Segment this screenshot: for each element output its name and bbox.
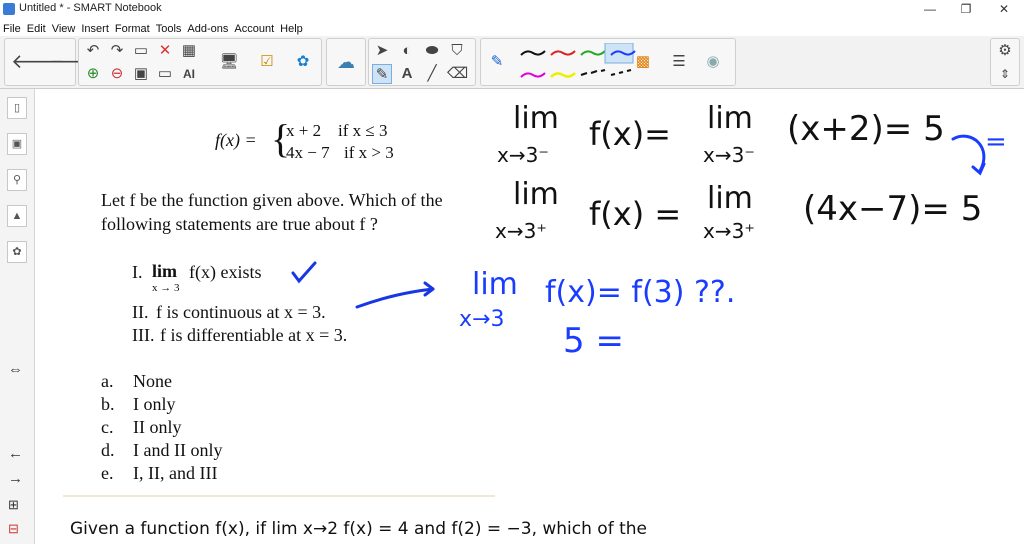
- prev-page-icon[interactable]: ←: [8, 445, 23, 462]
- delete-page-side-icon[interactable]: ⊟: [8, 521, 19, 537]
- fill-effects-icon[interactable]: ◉: [703, 52, 723, 72]
- response-icon[interactable]: ☁: [336, 52, 356, 72]
- save-icon[interactable]: ▣: [131, 64, 151, 84]
- pen-icon[interactable]: ✎: [487, 52, 507, 72]
- red-pen-icon: [550, 50, 576, 56]
- maximize-button[interactable]: ❐: [948, 0, 984, 19]
- delete-icon[interactable]: ✕: [155, 41, 175, 61]
- line-style-icon[interactable]: ☰: [669, 52, 689, 72]
- curved-arrow-icon: [951, 134, 986, 173]
- title-bar: Untitled * - SMART Notebook — ❐ ✕: [0, 0, 1024, 19]
- menu-addons[interactable]: Add-ons: [184, 21, 231, 37]
- ai-icon[interactable]: AI: [179, 64, 199, 84]
- black-pen-icon: [520, 50, 546, 56]
- checkmark-icon: [291, 261, 317, 284]
- blue-pen-selected: [604, 43, 634, 64]
- text-tool-icon[interactable]: A: [397, 64, 417, 84]
- dotted-pen-icon: [610, 69, 632, 76]
- gear-icon[interactable]: ⚙: [995, 41, 1015, 61]
- app-icon: [3, 3, 15, 15]
- select-arrow-icon[interactable]: ➤: [372, 41, 392, 61]
- eraser-icon[interactable]: ⌫: [447, 64, 468, 84]
- resize-sidebar-icon[interactable]: ⇔: [8, 361, 23, 378]
- toolbar: 🡐 🡒 ↶ ↷ ▭ ✕ ▦ ⊕ ⊖ ▣ ▭ AI 🖥 ☑ ✿ ☁ ➤ ◐ ⬬ ⛉…: [0, 36, 1024, 89]
- redo-icon[interactable]: ↷: [107, 41, 127, 61]
- delete-page-icon[interactable]: ⊖: [107, 64, 127, 84]
- properties-tab[interactable]: ▲: [7, 205, 27, 227]
- minimize-button[interactable]: —: [912, 0, 948, 19]
- next-page-icon[interactable]: →: [8, 470, 23, 487]
- nav-group: 🡐 🡒: [4, 38, 103, 86]
- edit-group: ↶ ↷ ▭ ✕ ▦ ⊕ ⊖ ▣ ▭ AI 🖥 ☑ ✿: [78, 38, 322, 86]
- screen-shade-icon[interactable]: ▭: [155, 64, 175, 84]
- gallery-tab[interactable]: ▣: [7, 133, 27, 155]
- paste-icon[interactable]: ▭: [131, 41, 151, 61]
- add-page-side-icon[interactable]: ⊞: [8, 497, 19, 513]
- add-page-icon[interactable]: ⊕: [83, 64, 103, 84]
- undo-icon[interactable]: ↶: [83, 41, 103, 61]
- notebook-page[interactable]: f(x) = { x + 2 if x ≤ 3 4x − 7 if x > 3 …: [35, 89, 1024, 544]
- arrow-to-continuity: [355, 287, 435, 309]
- close-window-button[interactable]: ✕: [986, 0, 1022, 19]
- forward-arrow-icon[interactable]: 🡒: [49, 52, 103, 72]
- menu-tools[interactable]: Tools: [153, 21, 185, 37]
- pen-presets: [520, 43, 636, 78]
- menu-format[interactable]: Format: [112, 21, 153, 37]
- menu-account[interactable]: Account: [231, 21, 277, 37]
- ink-strokes: [291, 134, 986, 309]
- addons-tab[interactable]: ✿: [7, 241, 27, 263]
- toolbar-move-icon[interactable]: ⇕: [995, 64, 1015, 84]
- addons-icon[interactable]: ✿: [293, 52, 313, 72]
- green-pen-icon: [580, 50, 606, 56]
- shapes-icon[interactable]: ◐: [397, 41, 417, 61]
- menu-view[interactable]: View: [49, 21, 79, 37]
- menu-insert[interactable]: Insert: [78, 21, 112, 37]
- response-group: ☁: [326, 38, 366, 86]
- color-palette-icon[interactable]: ▩: [633, 52, 653, 72]
- pen-tool-icon[interactable]: ✎: [372, 64, 392, 84]
- settings-group: ⚙ ⇕: [990, 38, 1020, 86]
- dashed-pen-icon: [580, 69, 606, 76]
- yellow-pen-icon: [550, 72, 576, 78]
- menu-help[interactable]: Help: [277, 21, 306, 37]
- magenta-pen-icon: [520, 72, 546, 78]
- window-title: Untitled * - SMART Notebook: [19, 2, 162, 14]
- display-icon[interactable]: 🖥: [219, 52, 239, 72]
- page-sorter-tab[interactable]: ▯: [7, 97, 27, 119]
- side-panel: ▯ ▣ ⚲ ▲ ✿ ⇔ ← → ⊞ ⊟: [0, 89, 35, 544]
- back-arrow-icon[interactable]: 🡐: [11, 52, 65, 72]
- attachments-tab[interactable]: ⚲: [7, 169, 27, 191]
- paint-bucket-icon[interactable]: ⛉: [447, 41, 467, 61]
- line-tool-icon[interactable]: ╱: [422, 64, 442, 84]
- curved-arrow-head-icon: [971, 162, 986, 176]
- table-icon[interactable]: ▦: [179, 41, 199, 61]
- menu-file[interactable]: File: [0, 21, 24, 37]
- menu-edit[interactable]: Edit: [24, 21, 49, 37]
- tools-group: ➤ ◐ ⬬ ⛉ ✎ A ╱ ⌫: [368, 38, 476, 86]
- pen-group: ✎ ▩ ☰ ◉: [480, 38, 736, 86]
- fill-icon[interactable]: ⬬: [422, 41, 442, 61]
- menu-bar: File Edit View Insert Format Tools Add-ons Acco…: [0, 19, 1024, 35]
- measure-tools-icon[interactable]: ☑: [257, 52, 277, 72]
